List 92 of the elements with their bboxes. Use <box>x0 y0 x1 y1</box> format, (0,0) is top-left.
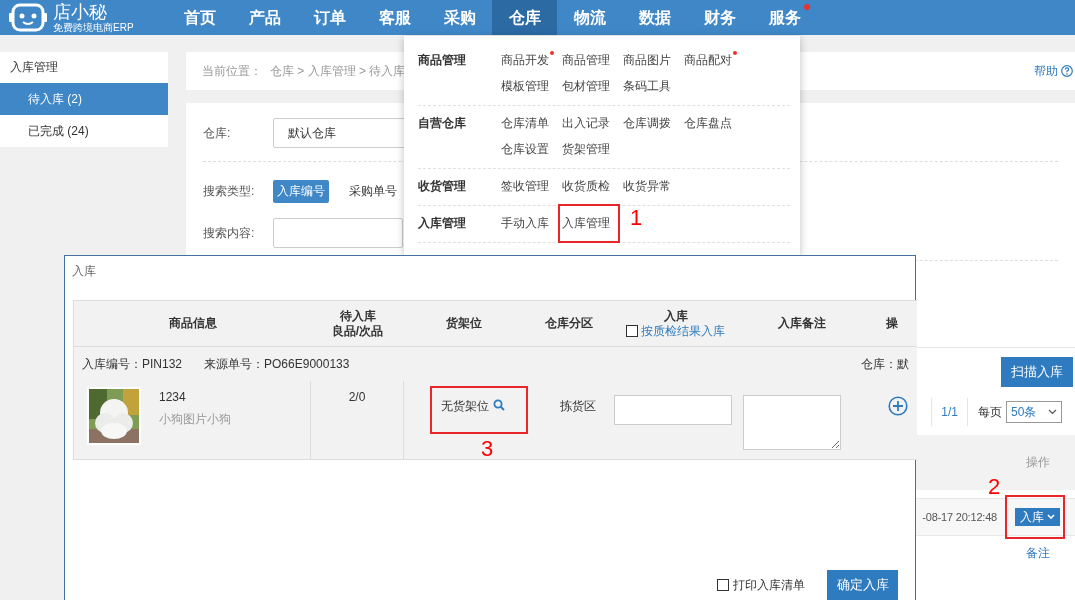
menu-item[interactable]: 收货质检 <box>562 173 615 199</box>
search-type-option[interactable]: 采购单号 <box>345 179 401 203</box>
menu-item[interactable]: 商品图片 <box>623 47 676 73</box>
nav-tab[interactable]: 物流 <box>557 0 622 35</box>
dialog-title: 入库 <box>72 264 96 278</box>
column-subheader: 良品/次品 <box>331 323 384 339</box>
scan-inbound-button[interactable]: 扫描入库 <box>1001 357 1073 387</box>
annotation-number: 3 <box>481 438 494 460</box>
sidebar-item[interactable]: 待入库 (2) <box>0 83 168 115</box>
menu-item[interactable]: 条码工具 <box>623 73 676 99</box>
chevron-down-icon <box>1047 514 1055 520</box>
chevron-down-icon <box>1048 409 1057 415</box>
column-header: 待入库 <box>339 308 376 324</box>
time-cell-text: -08-17 20:12:48 <box>922 511 998 523</box>
search-type-option[interactable]: 入库编号 <box>273 179 329 203</box>
note-link[interactable]: 备注 <box>1000 545 1075 562</box>
search-content-label: 搜索内容: <box>203 224 256 242</box>
menu-group-title: 入库管理 <box>418 215 467 232</box>
menu-group-title: 商品管理 <box>418 52 467 69</box>
nav-tab[interactable]: 财务 <box>687 0 752 35</box>
menu-item[interactable]: 商品管理 <box>562 47 615 73</box>
breadcrumb-label: 当前位置： <box>202 62 262 80</box>
menu-item[interactable]: 入库管理 <box>562 210 615 236</box>
annotation-number: 2 <box>988 476 1001 498</box>
remark-field[interactable] <box>743 395 841 450</box>
warehouse-label: 仓库: <box>203 124 232 142</box>
column-header: 入库备注 <box>778 316 826 331</box>
product-name: 小狗图片小狗 <box>159 411 231 428</box>
menu-item[interactable]: 收货异常 <box>623 173 676 199</box>
menu-item[interactable]: 手动入库 <box>501 210 554 236</box>
checkbox[interactable] <box>717 579 729 591</box>
menu-item[interactable]: 仓库设置 <box>501 136 554 162</box>
menu-item[interactable]: 包材管理 <box>562 73 615 99</box>
source-number: 来源单号：PO66E9000133 <box>204 355 350 373</box>
breadcrumb-path: 仓库 > 入库管理 > 待入库 <box>270 62 406 80</box>
menu-group-title: 自营仓库 <box>418 115 467 132</box>
nav-tab[interactable]: 采购 <box>427 0 492 35</box>
confirm-inbound-button[interactable]: 确定入库 <box>827 570 898 600</box>
search-type-label: 搜索类型: <box>203 182 256 200</box>
menu-group-title: 收货管理 <box>418 178 467 195</box>
sidebar-item[interactable]: 已完成 (24) <box>0 115 168 147</box>
sidebar-title: 入库管理 <box>9 59 59 76</box>
notification-dot <box>804 4 810 10</box>
menu-item[interactable]: 出入记录 <box>562 110 615 136</box>
quality-inspection-link[interactable]: 按质检结果入库 <box>641 323 725 339</box>
nav-tab[interactable]: 产品 <box>232 0 297 35</box>
per-page-label: 每页 <box>978 403 1002 421</box>
quantity-cell: 2/0 <box>348 390 366 404</box>
search-icon[interactable] <box>493 399 505 411</box>
menu-item[interactable]: 商品开发 <box>501 47 554 73</box>
quantity-field[interactable] <box>614 395 732 425</box>
column-header: 仓库分区 <box>545 316 593 331</box>
help-link[interactable]: 帮助 <box>1034 62 1075 80</box>
nav-tab[interactable]: 客服 <box>362 0 427 35</box>
nav-tab[interactable]: 数据 <box>622 0 687 35</box>
page-indicator: 1/1 <box>931 398 968 426</box>
menu-item[interactable]: 货架管理 <box>562 136 615 162</box>
annotation-box <box>558 204 620 243</box>
per-page-select[interactable]: 50条 <box>1006 401 1062 423</box>
column-header: 操 <box>886 316 898 331</box>
notification-dot <box>733 51 737 55</box>
notification-dot <box>550 51 554 55</box>
column-header: 商品信息 <box>168 316 217 331</box>
warehouse-text: 仓库：默 <box>861 355 909 373</box>
nav-tab[interactable]: 订单 <box>297 0 362 35</box>
checkbox[interactable] <box>626 325 638 337</box>
inbound-dropdown-button[interactable]: 入库 <box>1015 508 1060 526</box>
menu-item[interactable]: 仓库调拨 <box>623 110 676 136</box>
menu-item[interactable]: 商品配对 <box>684 47 737 73</box>
print-list-label: 打印入库清单 <box>733 576 805 594</box>
robot-logo-icon <box>8 2 48 33</box>
menu-item[interactable]: 仓库盘点 <box>684 110 737 136</box>
logo-tagline: 免费跨境电商ERP <box>53 22 134 33</box>
nav-tab[interactable]: 仓库 <box>492 0 557 35</box>
product-sku: 1234 <box>159 390 187 404</box>
add-icon[interactable] <box>888 396 908 416</box>
menu-item[interactable]: 模板管理 <box>501 73 554 99</box>
annotation-number: 1 <box>630 207 643 229</box>
inbound-number: 入库编号：PIN132 <box>82 355 183 373</box>
search-field[interactable] <box>273 218 403 248</box>
column-header: 入库 <box>663 308 688 324</box>
nav-tab[interactable]: 服务 <box>752 0 817 35</box>
column-header: 操作 <box>1024 454 1051 471</box>
logo-name: 店小秘 <box>53 2 108 21</box>
zone-cell: 拣货区 <box>560 399 596 413</box>
menu-item[interactable]: 签收管理 <box>501 173 554 199</box>
menu-item[interactable]: 仓库清单 <box>501 110 554 136</box>
annotation-box <box>1005 495 1065 539</box>
nav-tab[interactable]: 首页 <box>167 0 232 35</box>
column-header: 货架位 <box>446 316 482 331</box>
help-icon <box>1061 65 1073 77</box>
shelf-text: 无货架位 <box>441 398 489 415</box>
